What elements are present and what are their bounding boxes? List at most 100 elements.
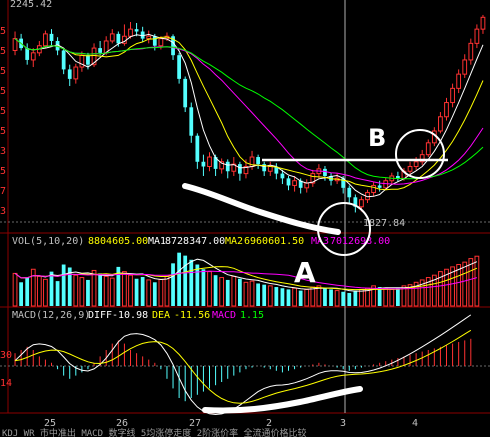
left-axis-tick: 5 <box>0 66 6 77</box>
volume-bar <box>98 273 102 306</box>
left-axis-tick: 5 <box>0 106 6 117</box>
volume-bar <box>134 278 139 306</box>
left-axis-tick: 5 <box>0 26 6 37</box>
ma2-label: MA2 <box>225 236 243 247</box>
volume-bar <box>55 281 60 306</box>
x-axis: 25 26 27 2 3 4 <box>44 418 418 429</box>
candle-body <box>425 142 431 156</box>
candle-body <box>225 161 230 172</box>
volume-bar <box>462 261 468 307</box>
volume-bar <box>280 288 285 306</box>
volume-bar <box>30 268 36 307</box>
candle-body <box>128 28 133 37</box>
x-tick: 27 <box>189 418 201 429</box>
volume-bar <box>383 287 389 307</box>
candle-body <box>256 157 260 165</box>
candle-body <box>201 161 206 167</box>
candle-body <box>12 38 18 51</box>
candle-body <box>450 87 455 104</box>
volume-bar <box>359 288 364 307</box>
candle-body <box>73 66 79 80</box>
volume-bar <box>128 274 133 307</box>
volume-bar <box>86 279 90 306</box>
annotation-b: B <box>368 124 386 152</box>
macd-tick: 30 <box>0 350 12 361</box>
volume-bar <box>61 264 66 306</box>
candle-body <box>462 59 468 75</box>
candle-body <box>189 107 194 136</box>
diff-value: -10.98 <box>112 310 148 321</box>
volume-bar <box>389 288 395 307</box>
macd-name: MACD <box>212 310 236 321</box>
volume-bar <box>341 291 346 306</box>
volume-bar <box>298 290 303 306</box>
volume-bar <box>474 255 480 307</box>
volume-bar <box>231 275 237 307</box>
candle-body <box>323 168 327 176</box>
volume-bar <box>12 272 18 307</box>
volume-bar <box>256 283 260 306</box>
volume-bar <box>274 287 279 306</box>
macd-uptrend-stroke <box>202 386 363 414</box>
volume-bar <box>334 290 340 307</box>
left-axis-tick: 5 <box>0 46 6 57</box>
volume-bar <box>213 275 218 306</box>
candle-body <box>177 55 181 79</box>
circle-b <box>395 129 445 179</box>
volume-bar <box>243 281 249 307</box>
annotation-a: A <box>294 256 316 289</box>
volume-bar <box>323 288 327 306</box>
candle-body <box>413 161 419 168</box>
candle-body <box>61 50 66 70</box>
candle-body <box>359 199 364 208</box>
volume-bar <box>177 252 181 306</box>
volume-bar <box>304 288 310 307</box>
volume-bar <box>19 282 23 306</box>
candle-body <box>407 166 413 172</box>
macd-left-ticks: 30 14 <box>0 350 12 389</box>
macd-header: MACD(12,26,9) DIFF -10.98 DEA -11.56 MAC… <box>12 310 264 321</box>
candle-body <box>267 166 273 172</box>
volume-bar <box>292 287 297 307</box>
candle-body <box>438 116 443 132</box>
volume-bar <box>353 290 358 306</box>
candle-body <box>280 173 285 179</box>
ma-line-20 <box>14 38 484 185</box>
volume-bar <box>158 278 164 307</box>
volume-bar <box>79 277 85 307</box>
candle-body <box>30 52 36 61</box>
macd-dea-line <box>14 329 472 404</box>
candle-body <box>67 69 72 79</box>
left-axis-tick: 5 <box>0 126 6 137</box>
macd-lines-layer <box>14 314 472 416</box>
volume-bar <box>262 284 267 306</box>
left-axis-tick: 3 <box>0 206 6 217</box>
diff-label: DIFF <box>88 310 112 321</box>
ma1-label: MA1 <box>148 236 166 247</box>
ma1-value: 8728347.00 <box>165 236 225 247</box>
dea-label: DEA <box>152 310 170 321</box>
volume-bar <box>207 271 212 307</box>
volume-bar <box>183 255 188 306</box>
x-tick: 25 <box>44 418 56 429</box>
volume-bar <box>140 276 145 306</box>
candle-body <box>152 36 157 46</box>
price-high-label: 2245.42 <box>10 0 52 10</box>
left-axis-tick: 7 <box>0 186 6 197</box>
volume-bar <box>249 280 255 307</box>
candle-body <box>347 187 352 198</box>
volume-bar <box>456 264 462 307</box>
indicator-tabs[interactable]: KDJ WR 市中准出 MACD 数字线 5均涨停走度 2阶涨价率 全流通价格比… <box>2 427 307 437</box>
vol-value: 8804605.00 <box>88 236 148 247</box>
left-axis-tick: 3 <box>0 146 6 157</box>
price-downtrend-stroke <box>182 183 341 235</box>
volume-bar <box>73 274 79 307</box>
candle-body <box>456 73 462 89</box>
candle-body <box>49 33 54 41</box>
candle-body <box>195 135 200 162</box>
candle-body <box>134 29 139 32</box>
macd-label: MACD(12,26,9) <box>12 310 90 321</box>
candle-body <box>207 156 212 168</box>
candle-body <box>371 184 376 194</box>
volume-bar <box>225 279 230 306</box>
